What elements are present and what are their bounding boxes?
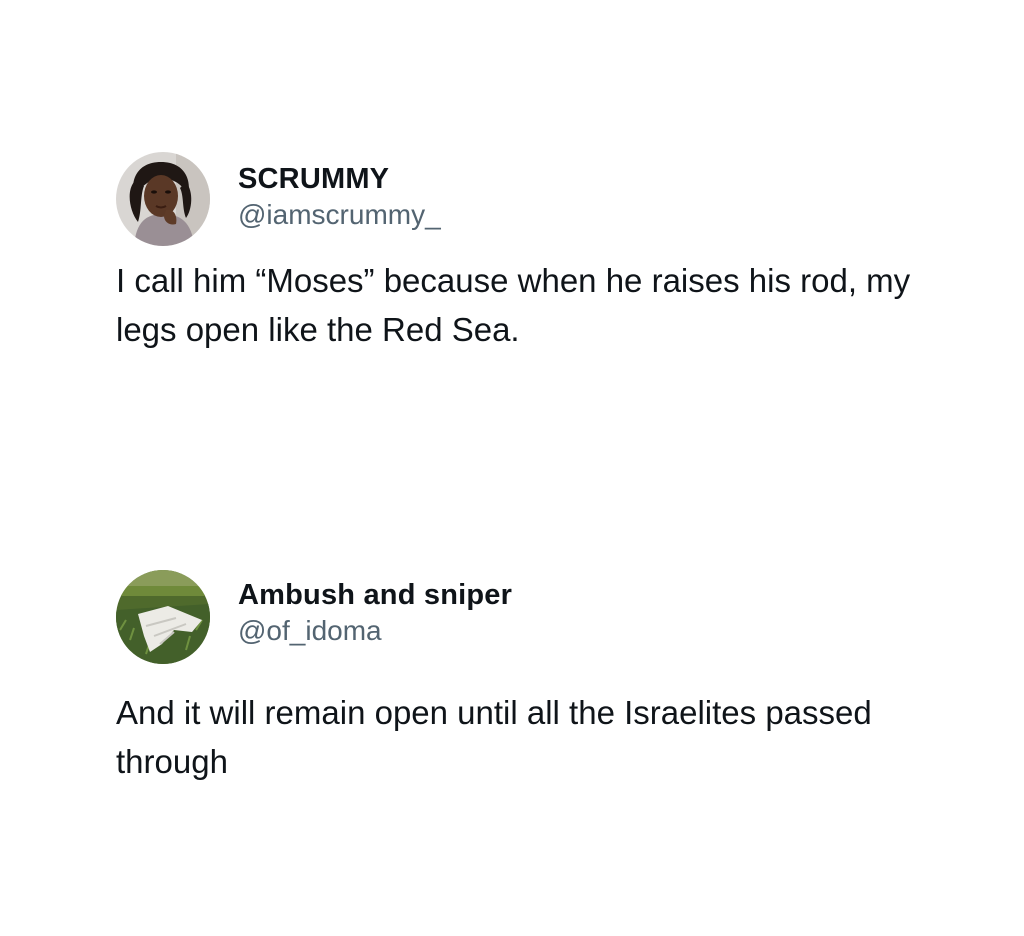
display-name[interactable]: Ambush and sniper <box>238 578 512 612</box>
display-name[interactable]: SCRUMMY <box>238 162 389 196</box>
user-handle[interactable]: @of_idoma <box>238 615 382 647</box>
profile-photo-cloth-on-grass-icon <box>116 570 210 664</box>
tweet-text: And it will remain open until all the Is… <box>116 694 872 780</box>
profile-photo-woman-icon <box>116 152 210 246</box>
user-handle[interactable]: @iamscrummy_ <box>238 199 441 231</box>
avatar[interactable] <box>116 570 210 664</box>
avatar[interactable] <box>116 152 210 246</box>
tweet-text: I call him “Moses” because when he raise… <box>116 262 911 348</box>
